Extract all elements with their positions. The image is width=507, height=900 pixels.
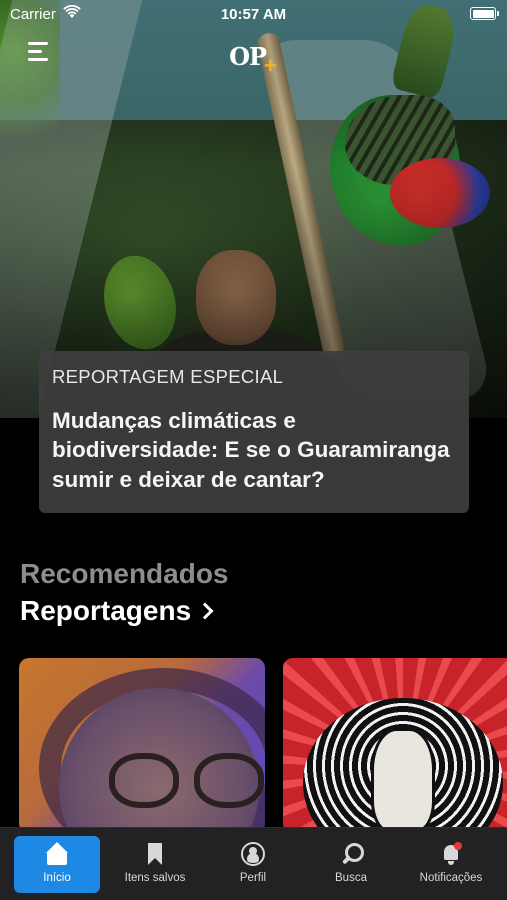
profile-icon [241,842,265,866]
tab-itens-salvos[interactable]: Itens salvos [112,836,198,893]
status-bar: Carrier 10:57 AM [0,0,507,28]
app-logo: OP+ [0,42,507,78]
tab-busca[interactable]: Busca [308,836,394,893]
tab-label: Busca [335,872,367,884]
card-illustration-face [371,728,435,833]
home-icon [45,842,69,866]
bell-icon [439,842,463,866]
tab-inicio[interactable]: Início [14,836,100,893]
clock: 10:57 AM [220,6,287,23]
search-icon [339,842,364,866]
logo-plus: + [264,53,277,78]
tab-label: Notificações [419,872,483,884]
story-title: Mudanças climáticas e biodiversidade: E … [52,408,450,492]
tab-bar: Início Itens salvos Perfil Busca Notific… [0,827,507,900]
notification-dot [454,842,462,850]
battery-icon [470,7,499,20]
tab-label: Perfil [239,872,267,884]
tab-label: Início [43,872,71,884]
chevron-right-icon [196,602,214,620]
section-title: Reportagens [20,595,192,626]
featured-story-card[interactable]: REPORTAGEM ESPECIAL Mudanças climáticas … [39,351,469,513]
logo-text: OP [229,42,267,71]
tab-notificacoes[interactable]: Notificações [406,836,496,893]
card-illustration-glasses-left [109,753,179,808]
story-kicker: REPORTAGEM ESPECIAL [52,366,284,387]
section-title-link[interactable]: Reportagens [20,595,214,627]
card-illustration-glasses-right [194,753,264,808]
recommended-card-2[interactable] [283,658,507,833]
recommended-card-1[interactable] [19,658,265,833]
bookmark-icon [143,842,167,866]
tab-perfil[interactable]: Perfil [210,836,296,893]
tab-label: Itens salvos [124,872,186,884]
section-eyebrow: Recomendados [20,558,229,589]
